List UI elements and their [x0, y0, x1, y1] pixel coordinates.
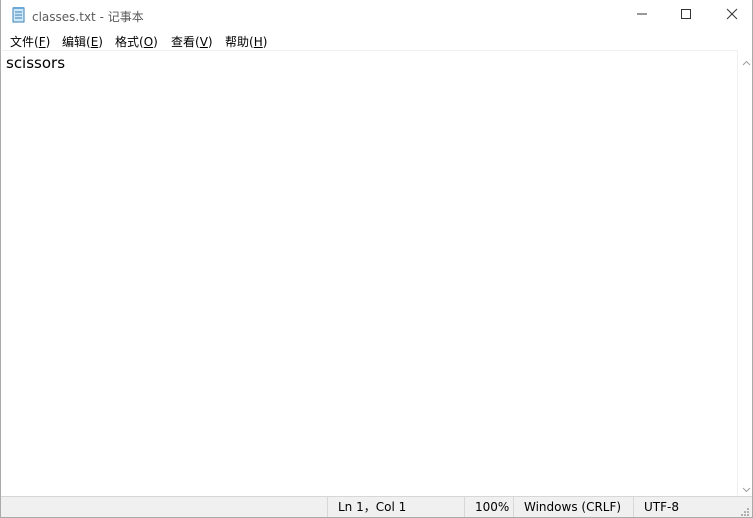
notepad-file-icon: [11, 7, 27, 23]
menu-bar: 文件(F) 编辑(E) 格式(O) 查看(V) 帮助(H): [1, 30, 752, 50]
window-title: classes.txt - 记事本: [32, 10, 144, 24]
notepad-window: classes.txt - 记事本 文件(F) 编辑(E) 格式(O) 查看(V…: [0, 0, 753, 518]
menu-file[interactable]: 文件(F): [10, 33, 50, 50]
text-editor[interactable]: scissors: [2, 50, 737, 497]
menu-format[interactable]: 格式(O): [115, 33, 158, 50]
menu-help[interactable]: 帮助(H): [225, 33, 267, 50]
minimize-icon: [636, 8, 648, 23]
status-encoding: UTF-8: [633, 497, 738, 517]
menu-edit[interactable]: 编辑(E): [62, 33, 103, 50]
status-line-ending: Windows (CRLF): [513, 497, 633, 517]
close-icon: [726, 8, 738, 23]
scroll-up-arrow-icon[interactable]: [742, 55, 751, 69]
menu-view[interactable]: 查看(V): [171, 33, 213, 50]
minimize-button[interactable]: [619, 0, 665, 30]
editor-content[interactable]: scissors: [6, 54, 65, 72]
title-bar[interactable]: classes.txt - 记事本: [1, 0, 752, 30]
resize-grip-icon[interactable]: [740, 506, 750, 517]
vertical-scrollbar[interactable]: [737, 50, 752, 496]
maximize-icon: [680, 8, 692, 23]
status-zoom: 100%: [464, 497, 514, 517]
maximize-button[interactable]: [663, 0, 709, 30]
scroll-down-arrow-icon[interactable]: [742, 482, 751, 496]
status-bar: Ln 1，Col 1 100% Windows (CRLF) UTF-8: [1, 496, 752, 517]
close-button[interactable]: [709, 0, 752, 30]
status-cursor-position: Ln 1，Col 1: [327, 497, 465, 517]
